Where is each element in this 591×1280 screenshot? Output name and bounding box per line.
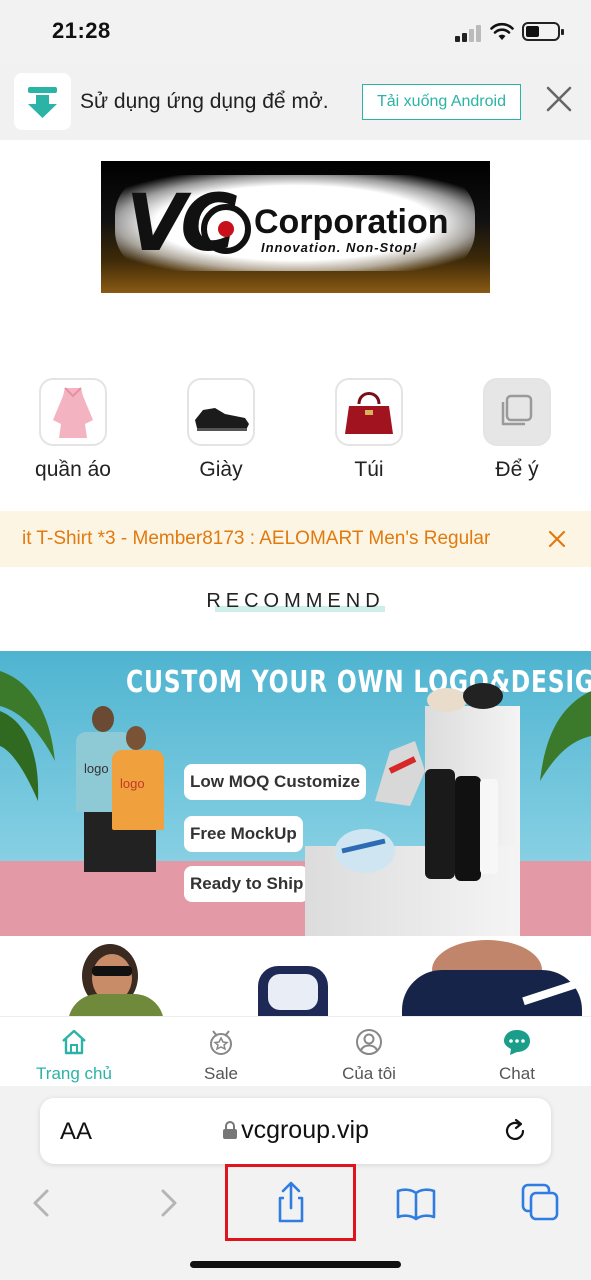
app-download-banner: Sử dụng ứng dụng để mở. Tải xuống Androi…: [0, 64, 591, 140]
home-indicator: [190, 1261, 401, 1268]
cellular-signal-icon: [455, 24, 483, 42]
download-arrow-icon: [28, 87, 57, 118]
nav-label: Chat: [499, 1064, 535, 1083]
model-image: logo: [108, 726, 172, 876]
close-icon[interactable]: [547, 529, 567, 549]
promo-banner[interactable]: CUSTOM YOUR OWN LOGO&DESIGN logo logo Lo…: [0, 651, 591, 936]
address-bar[interactable]: AA vcgroup.vip: [40, 1098, 551, 1164]
marquee-text: it T-Shirt *3 - Member8173 : AELOMART Me…: [22, 528, 491, 549]
category-bags[interactable]: Túi: [304, 378, 434, 482]
reload-icon[interactable]: [502, 1118, 528, 1144]
sale-badge-icon: [210, 1030, 232, 1055]
product-image[interactable]: [68, 944, 168, 1016]
palm-leaf-image: [0, 671, 55, 801]
site-logo[interactable]: VC Corporation Innovation. Non-Stop!: [101, 161, 490, 293]
nav-label: Sale: [203, 1064, 239, 1083]
slipper-image: [427, 683, 503, 712]
category-clothes[interactable]: quần áo: [8, 378, 138, 482]
shoe-icon: [187, 378, 255, 446]
forward-icon[interactable]: [146, 1181, 190, 1225]
wifi-icon: [490, 22, 514, 40]
bookmarks-icon[interactable]: [394, 1181, 438, 1225]
sock-image: [480, 779, 498, 874]
url-field[interactable]: vcgroup.vip: [40, 1116, 551, 1145]
chat-icon: [504, 1030, 530, 1055]
category-watchlist[interactable]: Để ý: [452, 378, 582, 482]
banner-message: Sử dụng ứng dụng để mở.: [80, 90, 329, 113]
app-icon[interactable]: [14, 73, 71, 130]
palm-leaf-image: [540, 691, 591, 781]
tabs-icon[interactable]: [519, 1181, 563, 1225]
product-strip: [0, 936, 591, 1016]
nav-label: Trang chủ: [36, 1064, 112, 1083]
close-icon[interactable]: [544, 84, 574, 114]
nav-sale[interactable]: Sale: [161, 1027, 281, 1084]
logo-brand-name: Corporation: [254, 203, 449, 241]
download-android-button[interactable]: Tải xuống Android: [362, 84, 521, 120]
category-label: Giày: [199, 458, 243, 481]
back-icon[interactable]: [20, 1181, 64, 1225]
nav-chat[interactable]: Chat: [457, 1027, 577, 1084]
logo-tagline: Innovation. Non-Stop!: [261, 240, 418, 255]
lock-icon: [223, 1121, 238, 1139]
category-label: Để ý: [495, 458, 539, 481]
handbag-icon: [335, 378, 403, 446]
feature-pill: Low MOQ Customize: [184, 764, 366, 800]
slide-sandal-image: [425, 769, 455, 879]
product-image[interactable]: [402, 940, 582, 1016]
nav-label: Của tôi: [342, 1064, 396, 1083]
section-heading-recommend: RECOMMEND: [206, 590, 385, 612]
category-label: quần áo: [35, 458, 111, 481]
nav-home[interactable]: Trang chủ: [14, 1027, 134, 1084]
share-button-highlight: [225, 1164, 356, 1241]
feature-pill: Free MockUp: [184, 816, 303, 852]
battery-icon: [522, 22, 564, 41]
profile-icon: [356, 1029, 382, 1055]
sneaker-image: [335, 829, 395, 873]
url-text: vcgroup.vip: [241, 1116, 369, 1144]
feature-pill: Ready to Ship: [184, 866, 310, 902]
shirt-logo-text: logo: [120, 776, 145, 791]
status-time: 21:28: [52, 18, 111, 43]
announcement-marquee: it T-Shirt *3 - Member8173 : AELOMART Me…: [0, 511, 591, 567]
status-bar: 21:28: [0, 0, 591, 64]
bottom-nav: Trang chủ Sale Của tôi Chat: [0, 1016, 591, 1086]
home-icon: [62, 1029, 86, 1055]
promo-title: CUSTOM YOUR OWN LOGO&DESIGN: [126, 665, 591, 700]
category-label: Túi: [354, 458, 384, 481]
product-image[interactable]: [250, 966, 334, 1016]
dress-icon: [39, 378, 107, 446]
shirt-logo-text: logo: [84, 761, 109, 776]
category-shoes[interactable]: Giày: [156, 378, 286, 482]
copy-icon: [483, 378, 551, 446]
nav-profile[interactable]: Của tôi: [309, 1027, 429, 1084]
